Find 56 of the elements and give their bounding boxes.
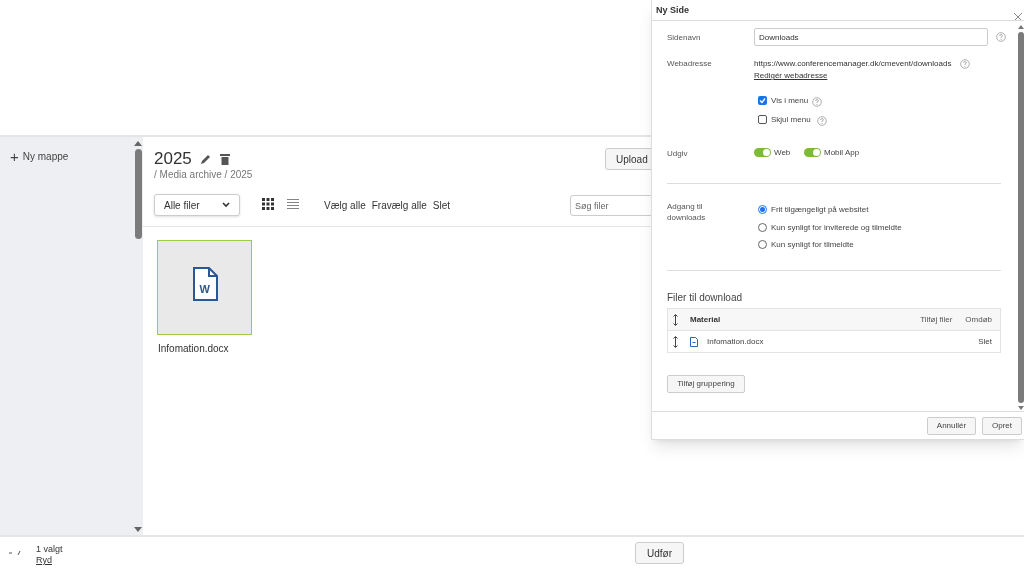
field-label: Adgang til downloads [667, 201, 707, 223]
radio-label: Kun synligt for inviterede og tilmeldte [771, 221, 902, 234]
file-name: Infomation.docx [158, 342, 230, 356]
list-view-button[interactable] [287, 198, 299, 210]
checkbox-label: Skjul menu [771, 114, 811, 126]
clear-link[interactable]: Ryd [36, 554, 52, 568]
document-icon [191, 267, 218, 301]
section-heading: Filer til download [667, 291, 743, 305]
radio-label: Frit tilgængeligt på websitet [771, 204, 869, 216]
help-icon [996, 32, 1006, 42]
collapse-icon [9, 550, 21, 556]
help-icon [817, 116, 827, 126]
help-icon [960, 59, 970, 69]
field-label: Udgiv [667, 148, 688, 160]
web-address-text: https://www.conferencemanager.dk/cmevent/downloads [754, 58, 952, 70]
folder-title: 2025 [154, 148, 192, 170]
field-label: Webadresse [667, 58, 712, 70]
cancel-button[interactable]: Annullér [927, 417, 976, 435]
column-header: Omdøb [965, 313, 992, 326]
breadcrumb: / Media archive / 2025 [154, 168, 253, 182]
toolbar-action-link[interactable]: Vælg alle [324, 198, 366, 213]
document-letter: W [199, 282, 210, 297]
toggle-switch[interactable] [804, 148, 821, 157]
checkbox-label: Vis i menu [771, 95, 809, 107]
toolbar-action-link[interactable]: Slet [432, 198, 450, 213]
column-header: Tilføj filer [920, 313, 953, 326]
column-header: Material [690, 313, 722, 326]
table-cell-text: Infomation.docx [707, 335, 765, 348]
document-icon [690, 336, 698, 347]
grid-view-button[interactable] [262, 198, 274, 210]
chevron-down-icon [222, 202, 230, 208]
close-icon [1014, 13, 1022, 21]
radio-button[interactable] [758, 205, 767, 214]
field-label: Sidenavn [667, 32, 701, 44]
toolbar-action-link[interactable]: Fravælg alle [371, 198, 427, 213]
toggle-switch[interactable] [754, 148, 771, 157]
create-button[interactable]: Opret [982, 417, 1022, 435]
edit-address-link[interactable]: Redigér webadresse [754, 70, 828, 82]
run-button[interactable]: Udfør [635, 542, 684, 564]
new-folder-button[interactable]: + Ny mappe [10, 149, 69, 164]
drag-handle-icon [673, 335, 678, 348]
trash-icon [219, 152, 230, 165]
file-thumbnail[interactable]: W [157, 240, 252, 335]
page-name-field[interactable]: Downloads [754, 28, 988, 46]
dialog-title: Ny Side [656, 4, 689, 17]
drag-handle-icon [673, 313, 678, 326]
add-group-button[interactable]: Tilføj gruppering [667, 375, 745, 393]
pencil-icon [199, 152, 212, 165]
toggle-label: Mobil App [824, 147, 860, 159]
delete-link[interactable]: Slet [978, 335, 992, 348]
help-icon [812, 97, 822, 107]
selection-count: 1 valgt [36, 543, 63, 556]
checkbox[interactable] [758, 115, 767, 124]
file-filter-dropdown[interactable]: Alle filer [154, 194, 240, 216]
radio-label: Kun synligt for tilmeldte [771, 239, 854, 251]
toggle-label: Web [774, 147, 791, 159]
